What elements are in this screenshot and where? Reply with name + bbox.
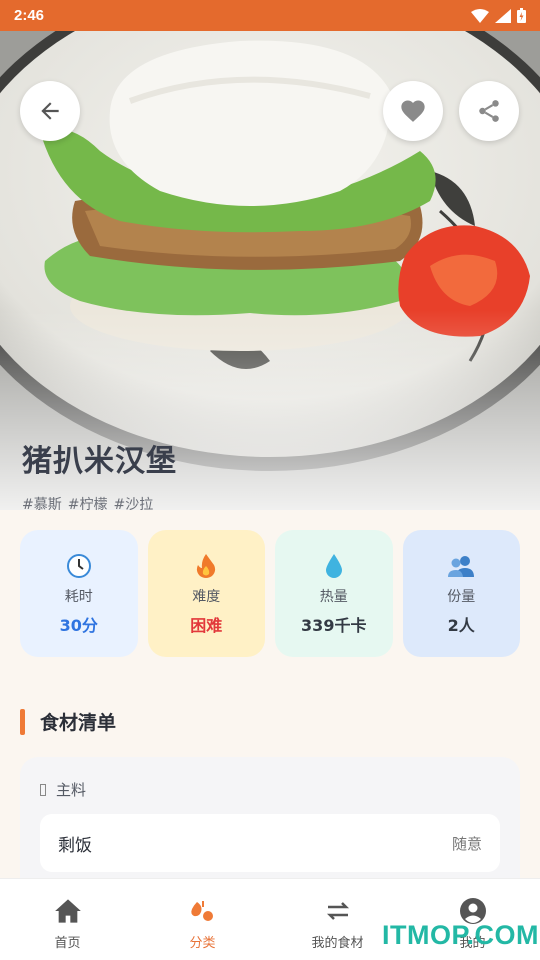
- ingredient-name: 剩饭: [58, 835, 92, 856]
- wifi-icon: [471, 8, 489, 23]
- recipe-stats: 耗时 30分 难度 困难 热量 339千卡 份量 2人: [20, 530, 520, 657]
- clock-icon: [66, 552, 92, 580]
- recipe-hero: 猪扒米汉堡 #慕斯 #柠檬 #沙拉: [0, 31, 540, 510]
- group-icon: [40, 783, 46, 796]
- share-icon: [479, 100, 499, 122]
- stat-label: 份量: [447, 588, 476, 605]
- stat-calories: 热量 339千卡: [275, 530, 393, 657]
- stat-value: 339千卡: [301, 615, 367, 635]
- ingredient-amount: 随意: [451, 834, 482, 853]
- stat-value: 2人: [447, 615, 475, 635]
- ingredient-group-title: 主料: [56, 781, 87, 799]
- stat-difficulty: 难度 困难: [147, 530, 265, 657]
- recipe-tag[interactable]: #慕斯: [22, 494, 62, 510]
- tab-label: 首页: [54, 936, 81, 951]
- stat-label: 难度: [192, 588, 221, 605]
- stat-time: 耗时 30分: [20, 530, 138, 657]
- stat-value: 30分: [59, 615, 98, 635]
- favorite-button[interactable]: [383, 81, 443, 141]
- ingredient-item[interactable]: 剩饭 随意: [40, 814, 500, 872]
- arrow-left-icon: [41, 102, 59, 120]
- recipe-tag[interactable]: #沙拉: [113, 494, 153, 510]
- stat-label: 耗时: [64, 588, 93, 605]
- recipe-tags: #慕斯 #柠檬 #沙拉: [22, 494, 153, 510]
- section-title: 食材清单: [40, 712, 117, 734]
- tab-label: 分类: [189, 936, 216, 951]
- status-bar: 2:46: [0, 0, 540, 31]
- stat-label: 热量: [319, 588, 348, 605]
- recipe-title: 猪扒米汉堡: [22, 444, 177, 479]
- tab-label: 我的食材: [311, 936, 364, 951]
- home-icon: [54, 896, 82, 926]
- signal-icon: [495, 8, 511, 23]
- recipe-tag[interactable]: #柠檬: [68, 494, 108, 510]
- category-icon: [189, 896, 217, 926]
- status-time: 2:46: [14, 7, 45, 24]
- battery-icon: [517, 8, 526, 23]
- tab-category[interactable]: 分类: [135, 879, 270, 960]
- watermark: ITMOP.COM: [382, 920, 540, 950]
- ingredients-header: 食材清单: [20, 708, 116, 735]
- people-icon: [447, 552, 475, 580]
- ingredient-panel: 主料 剩饭 随意: [20, 757, 520, 897]
- droplet-icon: [325, 552, 343, 580]
- swap-icon: [324, 896, 352, 926]
- heart-icon: [401, 100, 425, 122]
- stat-value: 困难: [190, 615, 223, 635]
- stat-servings: 份量 2人: [402, 530, 520, 657]
- fire-icon: [195, 552, 217, 580]
- tab-home[interactable]: 首页: [0, 879, 135, 960]
- share-button[interactable]: [459, 81, 519, 141]
- back-button[interactable]: [20, 81, 80, 141]
